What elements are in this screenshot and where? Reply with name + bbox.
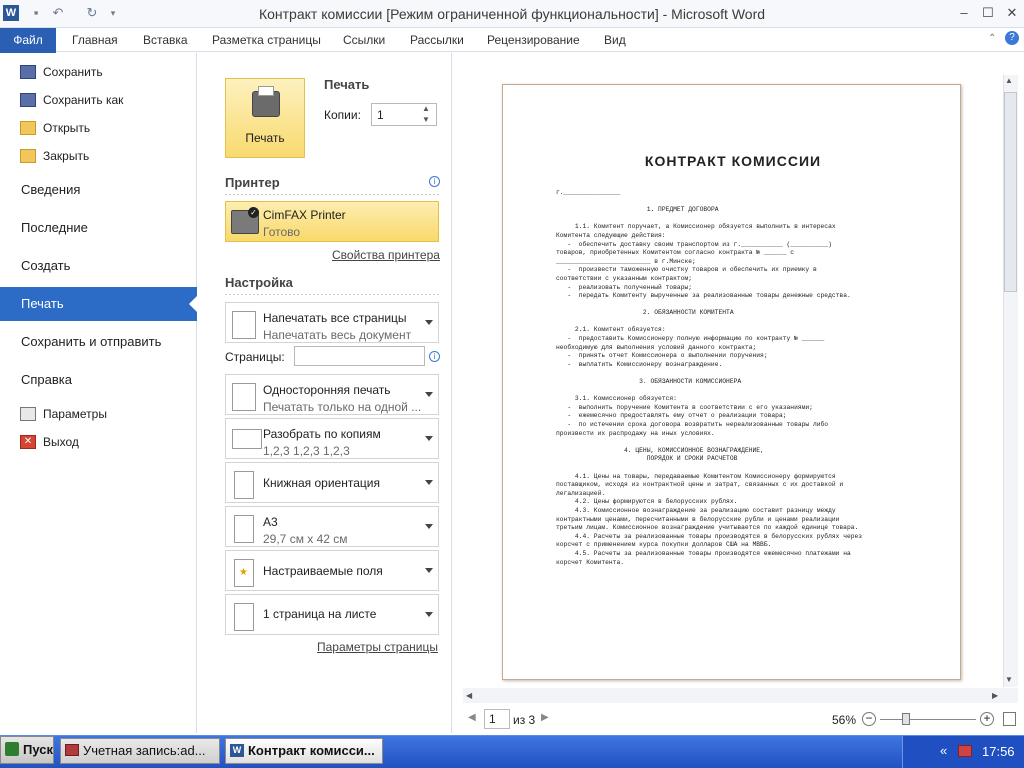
nav-new[interactable]: Создать — [0, 249, 197, 283]
sides-dropdown[interactable]: Односторонняя печать Печатать только на … — [225, 374, 439, 415]
portrait-icon — [234, 471, 254, 499]
nav-help[interactable]: Справка — [0, 363, 197, 397]
printer-info-icon[interactable]: i — [429, 176, 440, 187]
pages-info-icon[interactable]: i — [429, 351, 440, 362]
scroll-down-icon[interactable]: ▼ — [1005, 675, 1013, 684]
pages-input[interactable] — [294, 346, 425, 366]
tray-app-icon[interactable] — [958, 745, 972, 757]
copies-value: 1 — [377, 108, 384, 122]
document-title: КОНТРАКТ КОМИССИИ — [644, 153, 822, 170]
scroll-up-icon[interactable]: ▲ — [1005, 76, 1013, 85]
maximize-button[interactable]: ☐ — [976, 4, 1000, 22]
printer-dropdown[interactable]: ✓ CimFAX Printer Готово — [225, 201, 439, 242]
print-heading: Печать — [324, 77, 370, 92]
chevron-down-icon — [425, 319, 433, 325]
tab-review[interactable]: Рецензирование — [481, 28, 586, 52]
tab-insert[interactable]: Вставка — [137, 28, 194, 52]
zoom-out-icon[interactable]: − — [862, 712, 876, 726]
divider — [225, 294, 439, 295]
settings-heading: Настройка — [225, 275, 293, 290]
page-setup-link[interactable]: Параметры страницы — [317, 640, 438, 654]
exit-icon: ✕ — [20, 435, 36, 449]
pages-per-sheet-icon — [234, 603, 254, 631]
collate-dropdown[interactable]: Разобрать по копиям 1,2,3 1,2,3 1,2,3 — [225, 418, 439, 459]
chevron-down-icon — [425, 611, 433, 617]
printer-heading: Принтер — [225, 175, 280, 190]
page-count: из 3 — [513, 713, 536, 727]
zoom-to-page-icon[interactable] — [1003, 712, 1016, 726]
pages-label: Страницы: — [225, 350, 285, 364]
next-page-icon[interactable]: ▶ — [541, 712, 549, 723]
margins-dropdown[interactable]: ★ Настраиваемые поля — [225, 550, 439, 591]
nav-print[interactable]: Печать — [0, 287, 197, 321]
document-content: КОНТРАКТ КОМИССИИ г._______________ 1. П… — [556, 140, 910, 576]
document-body: г._______________ 1. ПРЕДМЕТ ДОГОВОРА 1.… — [556, 188, 863, 566]
close-folder-icon — [20, 149, 36, 163]
window-title: Контракт комиссии [Режим ограниченной фу… — [258, 6, 766, 22]
help-icon[interactable]: ? — [1005, 31, 1019, 45]
printer-icon — [252, 86, 280, 117]
selected-arrow-icon — [189, 296, 197, 312]
tab-page-layout[interactable]: Разметка страницы — [206, 28, 327, 52]
page-number-input[interactable]: 1 — [484, 709, 510, 729]
scroll-right-icon[interactable]: ▶ — [992, 691, 998, 700]
tray-expand-icon[interactable]: « — [940, 743, 947, 758]
star-icon: ★ — [239, 567, 248, 578]
taskbar-item-account[interactable]: Учетная запись:ad... — [60, 738, 220, 764]
spin-down-icon[interactable]: ▼ — [422, 115, 430, 124]
nav-recent[interactable]: Последние — [0, 211, 197, 245]
zoom-slider[interactable] — [880, 719, 976, 720]
zoom-slider-thumb[interactable] — [902, 713, 910, 725]
copies-label: Копии: — [324, 108, 361, 122]
open-folder-icon — [20, 121, 36, 135]
save-as-icon — [20, 93, 36, 107]
zoom-level: 56% — [832, 713, 857, 727]
zoom-in-icon[interactable]: + — [980, 712, 994, 726]
vertical-scroll-thumb[interactable] — [1004, 92, 1017, 292]
tab-references[interactable]: Ссылки — [337, 28, 391, 52]
orientation-dropdown[interactable]: Книжная ориентация — [225, 462, 439, 503]
chevron-down-icon — [425, 523, 433, 529]
scroll-left-icon[interactable]: ◀ — [466, 691, 472, 700]
custom-margins-icon: ★ — [234, 559, 254, 587]
divider — [225, 194, 439, 195]
printer-properties-link[interactable]: Свойства принтера — [332, 248, 440, 262]
chevron-down-icon — [425, 479, 433, 485]
horizontal-scrollbar[interactable] — [463, 688, 1018, 703]
print-button[interactable]: Печать — [225, 78, 305, 158]
tab-home[interactable]: Главная — [66, 28, 124, 52]
chevron-down-icon — [425, 391, 433, 397]
print-range-dropdown[interactable]: Напечатать все страницы Напечатать весь … — [225, 302, 439, 343]
close-button[interactable]: ✕ — [1000, 4, 1024, 22]
one-sided-icon — [232, 383, 256, 411]
chevron-down-icon — [425, 567, 433, 573]
paper-size-dropdown[interactable]: А3 29,7 см x 42 см — [225, 506, 439, 547]
options-icon — [20, 407, 36, 421]
print-button-label: Печать — [245, 131, 285, 145]
copies-spinner[interactable]: 1 ▲ ▼ — [371, 103, 437, 126]
printer-status: Готово — [263, 225, 301, 239]
pages-stack-icon — [232, 311, 256, 339]
tab-file[interactable]: Файл — [0, 28, 56, 53]
tab-mailings[interactable]: Рассылки — [404, 28, 470, 52]
minimize-button[interactable]: – — [952, 4, 976, 22]
account-app-icon — [65, 744, 79, 756]
paper-size-icon — [234, 515, 254, 543]
spin-up-icon[interactable]: ▲ — [422, 104, 430, 113]
nav-save-send[interactable]: Сохранить и отправить — [0, 325, 197, 359]
taskbar-item-word[interactable]: Контракт комисси... — [225, 738, 383, 764]
default-check-icon: ✓ — [248, 207, 259, 218]
pages-per-sheet-dropdown[interactable]: 1 страница на листе — [225, 594, 439, 635]
windows-logo-icon — [5, 742, 19, 756]
tab-view[interactable]: Вид — [598, 28, 632, 52]
printer-name: CimFAX Printer — [263, 208, 346, 222]
clock: 17:56 — [982, 744, 1015, 759]
nav-info[interactable]: Сведения — [0, 173, 197, 207]
word-taskbar-icon: W — [230, 744, 244, 757]
collate-icon — [232, 429, 262, 449]
save-icon — [20, 65, 36, 79]
collapse-ribbon-icon[interactable]: ⌃ — [988, 33, 996, 44]
chevron-down-icon — [425, 435, 433, 441]
prev-page-icon[interactable]: ◀ — [468, 712, 476, 723]
